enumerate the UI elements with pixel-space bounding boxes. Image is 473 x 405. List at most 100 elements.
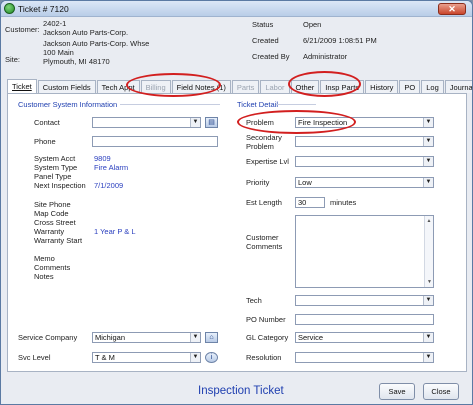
customer-label: Customer: xyxy=(5,25,40,34)
scrollbar[interactable]: ▲ ▼ xyxy=(424,216,433,287)
warranty-start-label: Warranty Start xyxy=(34,236,83,245)
section-divider xyxy=(120,104,220,105)
building-icon[interactable]: ⌂ xyxy=(205,332,218,343)
tab-strip: Ticket Custom Fields Tech Appt Billing F… xyxy=(7,79,472,93)
save-button[interactable]: Save xyxy=(379,383,415,400)
created-label: Created xyxy=(252,36,279,45)
phone-label: Phone xyxy=(34,137,56,146)
customer-id: 2402-1 xyxy=(43,19,67,28)
site-address-line1: 100 Main xyxy=(43,48,74,57)
svc-level-select[interactable]: T & M ▼ xyxy=(92,352,201,363)
section-divider xyxy=(276,104,316,105)
cross-street-label: Cross Street xyxy=(34,218,76,227)
site-address-line2: Plymouth, MI 48170 xyxy=(43,57,110,66)
est-length-input[interactable]: 30 xyxy=(295,197,325,208)
ticket-panel: Customer System Information Contact ▼ ▤ … xyxy=(7,93,467,372)
window-close-button[interactable]: ✕ xyxy=(438,3,466,15)
minutes-label: minutes xyxy=(330,198,357,207)
secondary-problem-select[interactable]: ▼ xyxy=(295,136,434,147)
expertise-level-select[interactable]: ▼ xyxy=(295,156,434,167)
tab-log[interactable]: Log xyxy=(421,80,444,93)
status-label: Status xyxy=(252,20,274,29)
service-company-select[interactable]: Michigan ▼ xyxy=(92,332,201,343)
gl-category-select[interactable]: Service ▼ xyxy=(295,332,434,343)
customer-comments-label: Customer Comments xyxy=(246,233,283,251)
chevron-down-icon[interactable]: ▼ xyxy=(190,118,200,127)
customer-system-section-title: Customer System Information xyxy=(18,100,118,109)
close-button[interactable]: Close xyxy=(423,383,459,400)
service-company-label: Service Company xyxy=(18,333,78,342)
title-bar: Ticket # 7120 xyxy=(1,1,472,17)
next-inspection-label: Next Inspection xyxy=(34,181,86,190)
footer-title: Inspection Ticket xyxy=(198,385,284,397)
contact-label: Contact xyxy=(34,118,60,127)
tab-insp-parts[interactable]: Insp Parts xyxy=(320,80,365,93)
system-acct-value[interactable]: 9809 xyxy=(94,154,111,163)
info-icon[interactable]: i xyxy=(205,352,218,363)
est-length-label: Est Length xyxy=(246,198,282,207)
expertise-level-label: Expertise Lvl xyxy=(246,157,289,166)
resolution-label: Resolution xyxy=(246,353,282,362)
tab-journal[interactable]: Journal xyxy=(444,80,472,93)
notes-label: Notes xyxy=(34,272,54,281)
ticket-window: Ticket # 7120 ✕ Customer: 2402-1 Jackson… xyxy=(0,0,473,405)
chevron-down-icon[interactable]: ▼ xyxy=(423,178,433,187)
tech-label: Tech xyxy=(246,296,262,305)
chevron-down-icon[interactable]: ▼ xyxy=(190,333,200,342)
priority-label: Priority xyxy=(246,178,270,187)
system-type-label: System Type xyxy=(34,163,78,172)
app-icon xyxy=(4,3,15,14)
tech-select[interactable]: ▼ xyxy=(295,295,434,306)
phone-input[interactable] xyxy=(92,136,218,147)
svc-level-label: Svc Level xyxy=(18,353,51,362)
resolution-select[interactable]: ▼ xyxy=(295,352,434,363)
tab-other[interactable]: Other xyxy=(290,80,320,93)
panel-type-label: Panel Type xyxy=(34,172,72,181)
ticket-header: Customer: 2402-1 Jackson Auto Parts-Corp… xyxy=(5,18,470,73)
priority-select[interactable]: Low ▼ xyxy=(295,177,434,188)
tab-po[interactable]: PO xyxy=(399,80,421,93)
problem-label: Problem xyxy=(246,118,274,127)
warranty-value: 1 Year P & L xyxy=(94,227,136,236)
tab-custom-fields[interactable]: Custom Fields xyxy=(37,80,96,93)
chevron-down-icon[interactable]: ▼ xyxy=(190,353,200,362)
next-inspection-value: 7/1/2009 xyxy=(94,181,124,190)
memo-label: Memo xyxy=(34,254,55,263)
chevron-down-icon[interactable]: ▼ xyxy=(423,296,433,305)
warranty-label: Warranty xyxy=(34,227,65,236)
system-type-value: Fire Alarm xyxy=(94,163,129,172)
po-number-input[interactable] xyxy=(295,314,434,325)
tab-ticket[interactable]: Ticket xyxy=(7,79,37,93)
comments-label: Comments xyxy=(34,263,71,272)
tab-labor[interactable]: Labor xyxy=(260,80,290,93)
customer-comments-textarea[interactable]: ▲ ▼ xyxy=(295,215,434,288)
contact-card-button[interactable]: ▤ xyxy=(205,117,218,128)
secondary-problem-label: Secondary Problem xyxy=(246,133,282,151)
created-by-value: Administrator xyxy=(303,52,348,61)
chevron-down-icon[interactable]: ▼ xyxy=(423,137,433,146)
gl-category-label: GL Category xyxy=(246,333,289,342)
chevron-down-icon[interactable]: ▼ xyxy=(423,353,433,362)
tab-field-notes[interactable]: Field Notes (1) xyxy=(171,80,231,93)
chevron-down-icon[interactable]: ▼ xyxy=(423,157,433,166)
footer-bar: Inspection Ticket Save Close xyxy=(1,377,472,404)
tab-tech-appt[interactable]: Tech Appt xyxy=(96,80,140,93)
created-by-label: Created By xyxy=(252,52,290,61)
system-acct-label: System Acct xyxy=(34,154,76,163)
site-name: Jackson Auto Parts-Corp. Whse xyxy=(43,39,150,48)
customer-name: Jackson Auto Parts-Corp. xyxy=(43,28,129,37)
ticket-detail-section-title: Ticket Detail xyxy=(237,100,278,109)
tab-parts[interactable]: Parts xyxy=(231,80,260,93)
chevron-down-icon[interactable]: ▼ xyxy=(423,118,433,127)
tab-history[interactable]: History xyxy=(365,80,399,93)
contact-select[interactable]: ▼ xyxy=(92,117,201,128)
status-value: Open xyxy=(303,20,322,29)
site-label: Site: xyxy=(5,55,21,64)
problem-select[interactable]: Fire Inspection ▼ xyxy=(295,117,434,128)
created-value: 6/21/2009 1:08:51 PM xyxy=(303,36,377,45)
window-title: Ticket # 7120 xyxy=(18,3,69,14)
tab-billing[interactable]: Billing xyxy=(140,80,171,93)
site-phone-label: Site Phone xyxy=(34,200,71,209)
chevron-down-icon[interactable]: ▼ xyxy=(423,333,433,342)
map-code-label: Map Code xyxy=(34,209,69,218)
